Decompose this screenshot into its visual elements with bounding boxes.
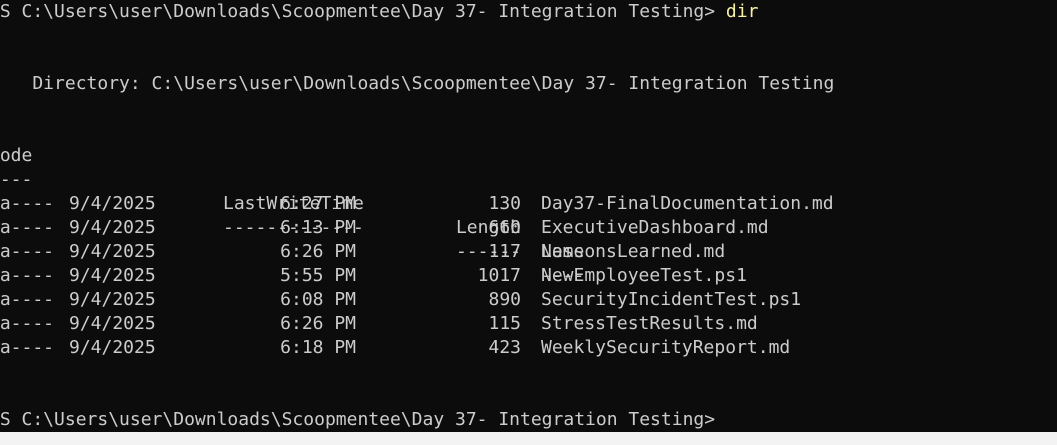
table-row: -a---- 9/4/2025 6:13 PM 660 ExecutiveDashboa…: [0, 216, 1057, 240]
cell-date: 9/4/2025: [69, 265, 156, 286]
directory-label: Directory: C:\Users\user\Downloads\Scoop…: [0, 73, 835, 94]
underline-mode: ----: [0, 169, 33, 190]
cell-length: 890: [488, 289, 521, 310]
cell-mode: -a----: [0, 217, 55, 238]
cell-time: 6:08 PM: [280, 289, 356, 310]
cell-mode: -a----: [0, 313, 55, 334]
table-row: -a---- 9/4/2025 6:26 PM 115 StressTestResult…: [0, 312, 1057, 336]
cell-length: 115: [488, 313, 521, 334]
table-header-underline: ---- ------------- ------ ----: [0, 168, 1057, 286]
cell-date: 9/4/2025: [69, 217, 156, 238]
table-row: -a---- 9/4/2025 6:27 PM 130 Day37-FinalDocum…: [0, 192, 1057, 216]
cell-mode: -a----: [0, 193, 55, 214]
cell-name: ExecutiveDashboard.md: [541, 217, 769, 238]
table-row: -a---- 9/4/2025 6:18 PM 423 WeeklySecurityRe…: [0, 336, 1057, 360]
header-mode: Mode: [0, 145, 33, 166]
cell-date: 9/4/2025: [69, 193, 156, 214]
cell-mode: -a----: [0, 241, 55, 262]
cell-time: 6:26 PM: [280, 313, 356, 334]
cell-name: SecurityIncidentTest.ps1: [541, 289, 802, 310]
cell-length: 660: [488, 217, 521, 238]
cell-name: LessonsLearned.md: [541, 241, 726, 262]
cell-time: 6:18 PM: [280, 337, 356, 358]
cell-time: 6:13 PM: [280, 217, 356, 238]
cell-date: 9/4/2025: [69, 289, 156, 310]
cell-length: 423: [488, 337, 521, 358]
cell-name: NewEmployeeTest.ps1: [541, 265, 747, 286]
cell-mode: -a----: [0, 265, 55, 286]
cell-time: 5:55 PM: [280, 265, 356, 286]
cell-mode: -a----: [0, 289, 55, 310]
table-row: -a---- 9/4/2025 6:08 PM 890 SecurityIncident…: [0, 288, 1057, 312]
prompt-path: PS C:\Users\user\Downloads\Scoopmentee\D…: [0, 1, 716, 22]
table-row: -a---- 9/4/2025 6:26 PM 117 LessonsLearned.m…: [0, 240, 1057, 264]
cell-name: StressTestResults.md: [541, 313, 758, 334]
cell-length: 1017: [477, 265, 521, 286]
command-line: PS C:\Users\user\Downloads\Scoopmentee\D…: [0, 0, 758, 24]
cell-date: 9/4/2025: [69, 313, 156, 334]
window-bottom-strip: [0, 432, 1057, 445]
cell-name: WeeklySecurityReport.md: [541, 337, 791, 358]
cell-date: 9/4/2025: [69, 337, 156, 358]
cell-time: 6:27 PM: [280, 193, 356, 214]
cell-time: 6:26 PM: [280, 241, 356, 262]
cell-name: Day37-FinalDocumentation.md: [541, 193, 834, 214]
command-text: dir: [725, 1, 759, 22]
table-header: Mode LastWriteTime Length Name: [0, 144, 1057, 262]
cell-length: 130: [488, 193, 521, 214]
cell-mode: -a----: [0, 337, 55, 358]
cell-date: 9/4/2025: [69, 241, 156, 262]
table-row: -a---- 9/4/2025 5:55 PM 1017 NewEmployeeTest…: [0, 264, 1057, 288]
cell-length: 117: [488, 241, 521, 262]
terminal-window[interactable]: PS C:\Users\user\Downloads\Scoopmentee\D…: [0, 0, 1057, 432]
final-prompt[interactable]: PS C:\Users\user\Downloads\Scoopmentee\D…: [0, 408, 715, 432]
